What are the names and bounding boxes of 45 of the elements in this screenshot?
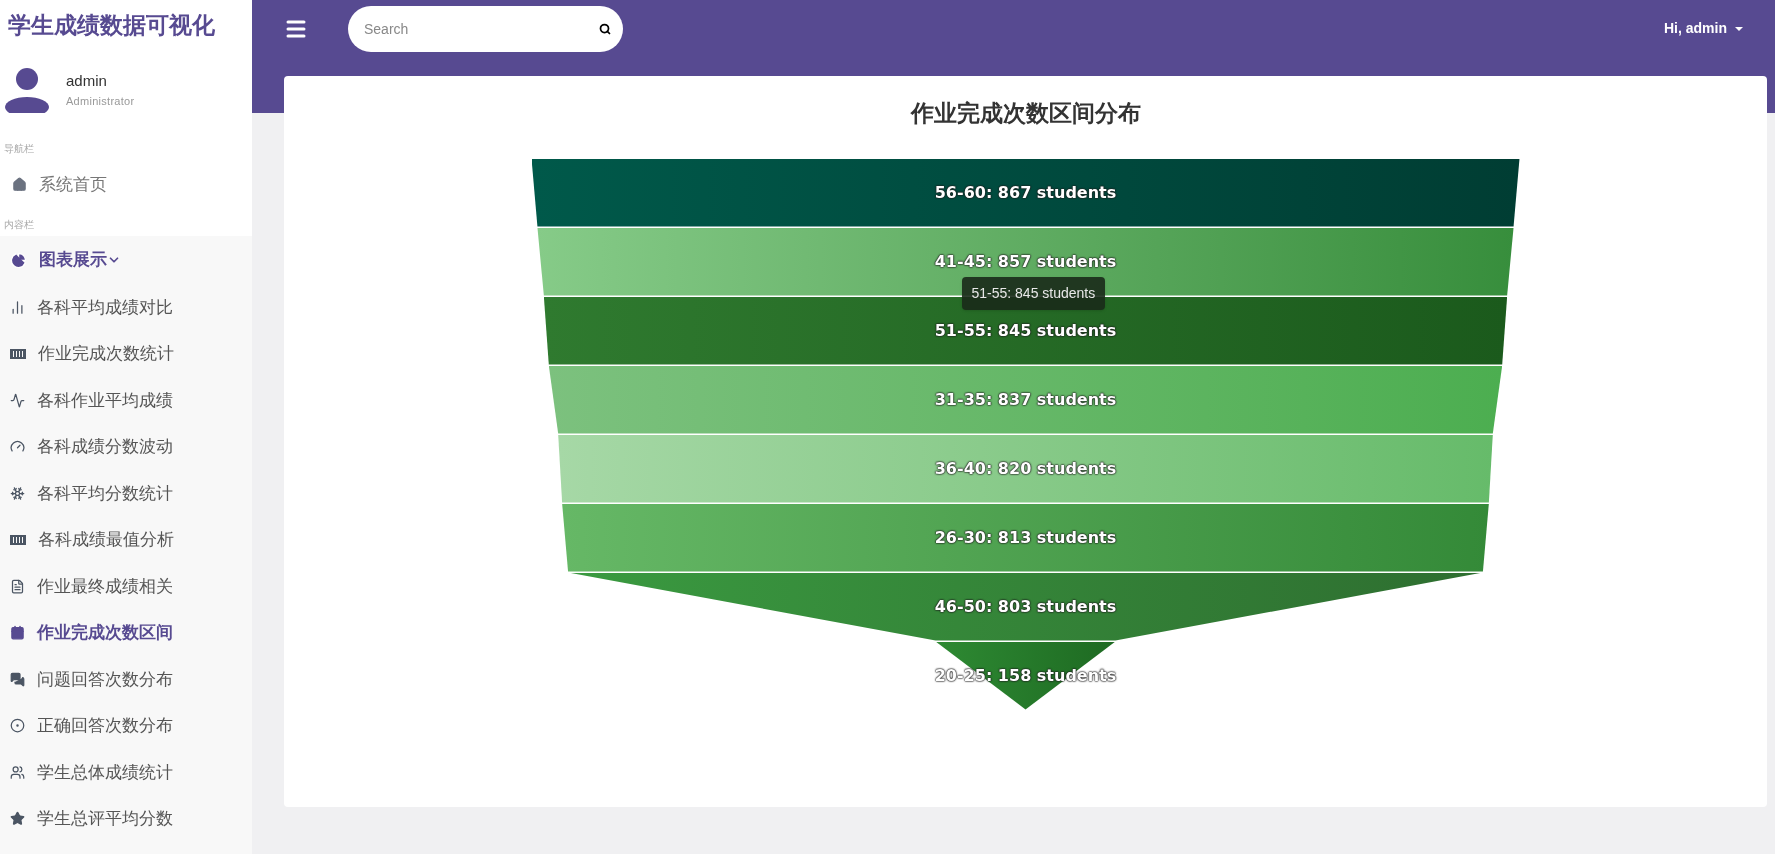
pie-chart-icon <box>10 251 27 269</box>
search-icon <box>599 22 611 35</box>
segment-label: 36-40: 820 students <box>934 457 1117 480</box>
section-heading: 内容栏 <box>3 218 35 232</box>
user-role: Administrator <box>66 93 135 109</box>
segment-label: 46-50: 803 students <box>934 595 1117 618</box>
document-icon <box>10 578 25 594</box>
search-field[interactable]: Search <box>348 5 623 52</box>
users-icon <box>10 764 25 780</box>
sidebar-item[interactable]: 各科作业平均成绩 <box>0 377 252 424</box>
pulse-icon <box>10 392 25 408</box>
sidebar-item[interactable]: 问题回答次数分布 <box>0 656 252 703</box>
sidebar-item[interactable]: 作业完成次数区间 <box>0 609 252 656</box>
sidebar-item[interactable]: 学生总评平均分数 <box>0 795 252 842</box>
barcode-icon <box>10 348 26 359</box>
home-icon <box>12 176 27 192</box>
sidebar-item[interactable]: 各科成绩最值分析 <box>0 516 252 563</box>
sidebar-item[interactable]: 各科成绩分数波动 <box>0 423 252 470</box>
app-title: 学生成绩数据可视化 <box>7 11 216 40</box>
circle-icon <box>10 718 25 734</box>
chat-icon <box>10 671 25 687</box>
segment-label: 51-55: 845 students <box>934 319 1117 342</box>
star-icon <box>10 811 25 827</box>
sidebar-group-toggle[interactable]: 图表展示 <box>0 236 252 284</box>
segment-label: 26-30: 813 students <box>934 526 1117 549</box>
segment-label: 56-60: 867 students <box>934 181 1117 204</box>
calendar-icon <box>10 625 25 641</box>
sidebar-item[interactable]: 各科平均成绩对比 <box>0 284 252 331</box>
chart-title: 作业完成次数区间分布 <box>910 99 1141 128</box>
user-name: admin <box>66 71 108 91</box>
sidebar-item[interactable]: 系统首页 <box>0 171 252 197</box>
section-heading: 导航栏 <box>3 141 35 156</box>
bar-chart-icon <box>10 299 25 315</box>
snowflake-icon <box>10 485 25 501</box>
sidebar-item[interactable]: 学生总体成绩统计 <box>0 749 252 796</box>
sidebar-item[interactable]: 作业完成次数统计 <box>0 330 252 377</box>
barcode-icon <box>10 534 26 545</box>
sidebar-item[interactable]: 各科平均分数统计 <box>0 470 252 517</box>
sidebar-item[interactable]: 正确回答次数分布 <box>0 702 252 749</box>
segment-label: 31-35: 837 students <box>934 388 1117 411</box>
segment-label: 41-45: 857 students <box>934 250 1117 273</box>
chart-tooltip: 51-55: 845 students <box>961 276 1106 310</box>
sidebar-item[interactable]: 作业最终成绩相关 <box>0 563 252 610</box>
user-avatar-icon <box>4 66 50 113</box>
user-menu[interactable]: Hi, admin <box>1664 18 1743 39</box>
